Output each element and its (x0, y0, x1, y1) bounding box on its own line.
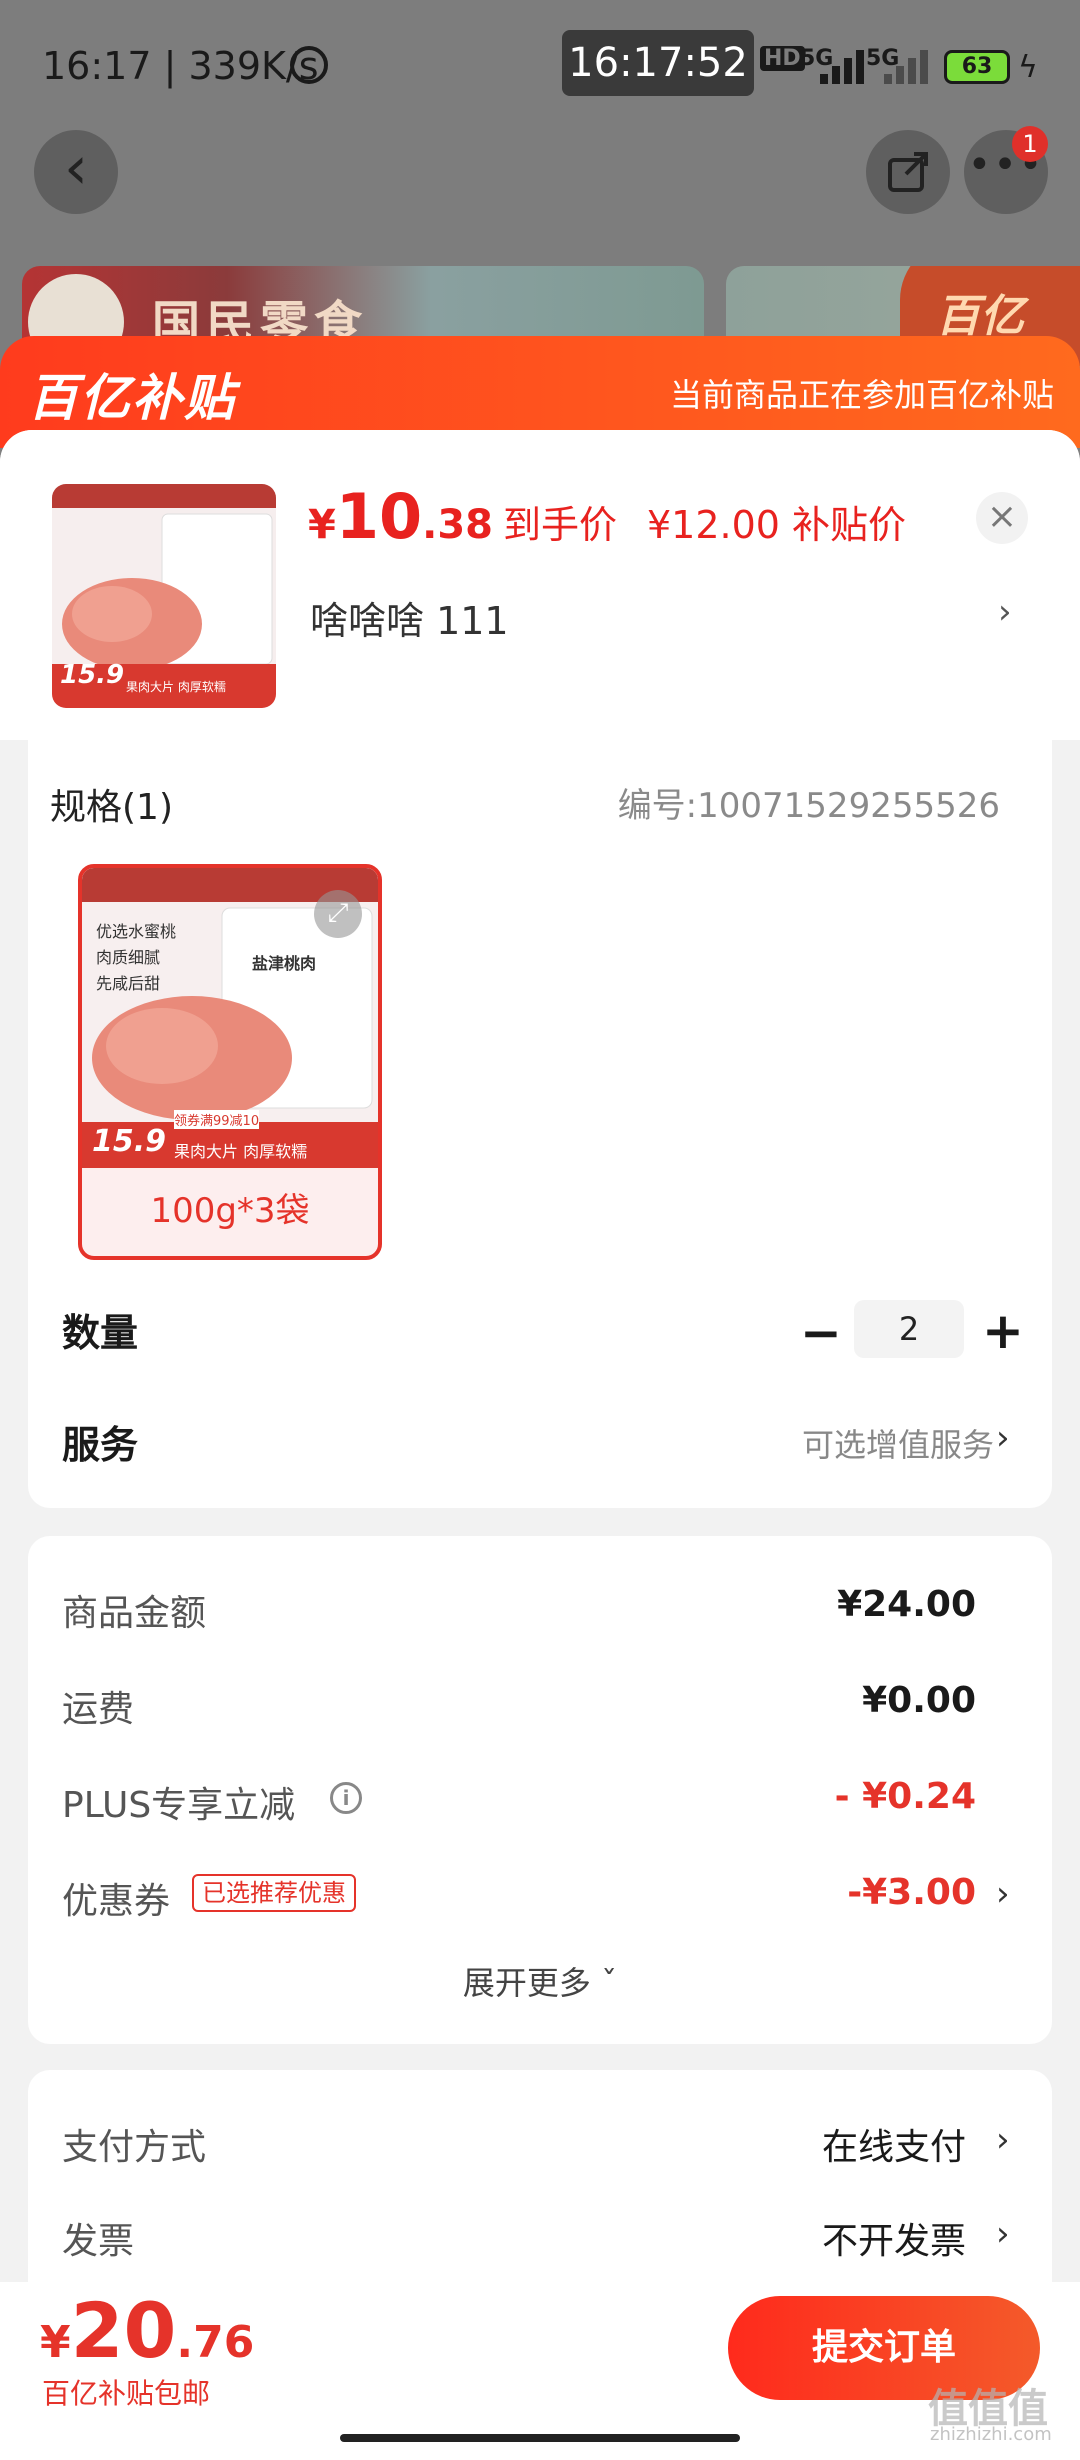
status-time: 16:17 | 339K/s (42, 44, 319, 88)
share-icon (888, 152, 928, 192)
final-price: ¥10.38 到手价 ¥12.00 补贴价 (308, 480, 906, 553)
back-arrow-icon: ‹ (64, 133, 88, 203)
invoice-value[interactable]: 不开发票 (822, 2212, 966, 2264)
shipping-value: ¥0.00 (862, 1680, 976, 1721)
spec-title: 规格(1) (50, 787, 173, 828)
close-button[interactable]: × (976, 492, 1028, 544)
delivery-address[interactable]: 啥啥啥 111 (310, 590, 509, 645)
battery-icon: 63 (944, 50, 1010, 84)
subsidy-note: 当前商品正在参加百亿补贴 (669, 376, 1054, 414)
hd-icon: HD (760, 46, 805, 71)
chevron-right-icon[interactable]: › (996, 1418, 1010, 1458)
total-price: ¥20.76 (40, 2286, 254, 2375)
total-decimal: .76 (176, 2317, 255, 2368)
notification-badge: 1 (1012, 126, 1048, 162)
status-bar: 16:17 | 339K/s 16:17:52 HD 5G 5G 63 ϟ (0, 0, 1080, 130)
spec-image-text-7: 15.9 (92, 1124, 167, 1159)
chevron-right-icon[interactable]: › (996, 2120, 1010, 2160)
expand-image-icon[interactable]: ⤢ (314, 890, 362, 938)
payment-method-value[interactable]: 在线支付 (822, 2118, 966, 2170)
payment-method-label: 支付方式 (62, 2127, 207, 2168)
spec-option[interactable]: 优选水蜜桃 肉质细腻 先咸后甜 盐津桃肉 领券满99减10 果肉大片 肉厚软糯 … (78, 864, 382, 1260)
quantity-input[interactable]: 2 (854, 1300, 964, 1358)
chevron-right-icon[interactable]: › (996, 2214, 1010, 2254)
coupon-selected-tag: 已选推荐优惠 (192, 1874, 356, 1912)
goods-amount-label: 商品金额 (62, 1593, 207, 1634)
spec-image-text-6: 果肉大片 肉厚软糯 (174, 1142, 308, 1161)
chevron-right-icon[interactable]: › (998, 592, 1012, 632)
quantity-decrease-button[interactable]: − (800, 1304, 842, 1362)
expand-more-button[interactable]: 展开更多 ˇ (0, 1958, 1080, 2004)
invoice-label: 发票 (62, 2221, 135, 2262)
total-currency: ¥ (40, 2317, 71, 2368)
spec-image-text-3: 先咸后甜 (96, 974, 161, 993)
payment-card (28, 2070, 1052, 2310)
quantity-label: 数量 (62, 1311, 139, 1355)
service-hint[interactable]: 可选增值服务 (802, 1420, 994, 1466)
subsidy-price: ¥12.00 补贴价 (647, 503, 907, 547)
signal-icon (820, 50, 870, 84)
goods-amount-value: ¥24.00 (837, 1584, 976, 1625)
charging-icon: ϟ (1018, 50, 1038, 85)
product-thumbnail[interactable]: 15.9 果肉大片 肉厚软糯 (52, 484, 276, 708)
thumbnail-tag: 果肉大片 肉厚软糯 (126, 680, 226, 694)
total-integer: 20 (70, 2286, 177, 2375)
recording-clock: 16:17:52 (562, 30, 754, 96)
plus-discount-label: PLUS专享立减 (62, 1785, 296, 1826)
spec-option-label: 100g*3袋 (150, 1191, 310, 1231)
signal-icon-2 (884, 50, 934, 84)
thumbnail-price-badge: 15.9 (60, 660, 125, 690)
quantity-increase-button[interactable]: + (982, 1302, 1024, 1360)
spec-image-text-5: 领券满99减10 (174, 1110, 260, 1129)
info-icon[interactable]: i (330, 1782, 362, 1814)
subsidy-logo: 百亿补贴 (28, 369, 236, 427)
back-button[interactable]: ‹ (34, 130, 118, 214)
plus-discount-value: - ¥0.24 (834, 1776, 976, 1817)
product-code: 编号:10071529255526 (617, 786, 1000, 826)
share-button[interactable] (866, 130, 950, 214)
shipping-label: 运费 (62, 1689, 135, 1730)
spec-image-text-2: 肉质细腻 (96, 948, 161, 967)
spec-image-text-4: 盐津桃肉 (252, 954, 317, 973)
alarm-icon (290, 46, 328, 84)
price-currency: ¥ (308, 502, 336, 548)
home-indicator[interactable] (340, 2434, 740, 2442)
price-label: 到手价 (502, 503, 617, 547)
close-icon: × (986, 496, 1018, 537)
price-decimal: .38 (422, 502, 493, 548)
coupon-value[interactable]: -¥3.00 (847, 1872, 976, 1913)
watermark-url: zhizhizhi.com (930, 2424, 1052, 2445)
spec-image-text-1: 优选水蜜桃 (96, 922, 177, 941)
free-shipping-note: 百亿补贴包邮 (42, 2377, 211, 2410)
coupon-label: 优惠券 (62, 1881, 171, 1922)
price-integer: 10 (335, 480, 423, 553)
service-label: 服务 (62, 1423, 139, 1467)
chevron-right-icon[interactable]: › (996, 1874, 1010, 1914)
